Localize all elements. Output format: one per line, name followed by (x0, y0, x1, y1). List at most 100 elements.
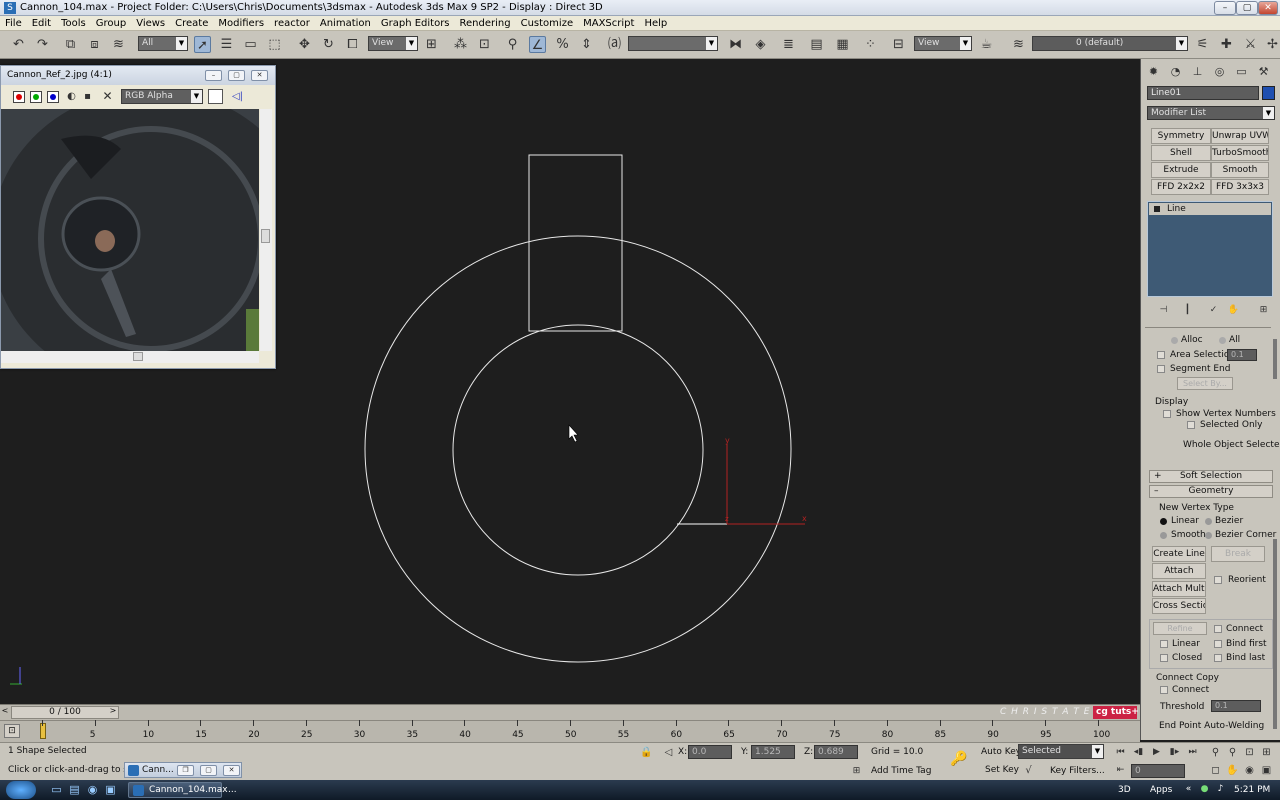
current-frame-marker[interactable] (40, 723, 46, 739)
linear-checkbox[interactable] (1160, 640, 1168, 648)
previous-frame-icon[interactable]: ◂▮ (1130, 744, 1147, 761)
quick-render-icon[interactable]: ☕ (978, 36, 995, 53)
redo-icon[interactable]: ↷ (34, 36, 51, 53)
field-of-view-icon[interactable]: ◻ (1207, 762, 1224, 779)
lock-icon[interactable]: 🔒 (638, 744, 655, 761)
attach-button[interactable]: Attach (1152, 563, 1206, 579)
unwrap-uvw-button[interactable]: Unwrap UVW (1211, 128, 1269, 144)
object-name-field[interactable]: Line01 (1147, 86, 1259, 100)
break-button[interactable]: Break (1211, 546, 1265, 562)
modifier-list-dropdown[interactable]: Modifier List ▼ (1147, 106, 1275, 120)
menu-maxscript[interactable]: MAXScript (583, 18, 634, 29)
create-tab-icon[interactable]: ✹ (1145, 64, 1162, 79)
red-channel-toggle[interactable] (13, 91, 25, 103)
y-coordinate-field[interactable]: 1.525 (751, 745, 795, 759)
time-tag-icon[interactable]: ⊞ (848, 763, 865, 780)
geometry-rollout[interactable]: – Geometry (1149, 485, 1273, 498)
time-slider-left-arrow[interactable]: < (0, 706, 10, 719)
smooth-button[interactable]: Smooth (1211, 162, 1269, 178)
compare-icon[interactable]: ◁| (229, 88, 246, 105)
menu-animation[interactable]: Animation (320, 18, 371, 29)
named-selection-dropdown[interactable]: ▼ (628, 36, 718, 51)
angle-snap-icon[interactable]: ∠ (529, 36, 546, 53)
media-icon[interactable]: ▣ (102, 781, 119, 798)
menu-help[interactable]: Help (644, 18, 667, 29)
clock[interactable]: 5:21 PM (1234, 785, 1270, 795)
modifier-stack[interactable]: Line (1147, 201, 1273, 297)
tray-arrow-icon[interactable]: « (1180, 781, 1197, 798)
undo-icon[interactable]: ↶ (10, 36, 27, 53)
symmetry-button[interactable]: Symmetry (1151, 128, 1211, 144)
keyboard-shortcut-override-icon[interactable]: ⊡ (476, 36, 493, 53)
time-slider[interactable]: < 0 / 100 > C H R I S T A T E cg tuts+ (0, 704, 1140, 720)
display-tab-icon[interactable]: ▭ (1233, 64, 1250, 79)
bind-first-checkbox[interactable] (1214, 640, 1222, 648)
taskbar-more[interactable]: ... (228, 785, 237, 795)
segment-end-checkbox[interactable] (1157, 365, 1165, 373)
menu-file[interactable]: File (5, 18, 22, 29)
menu-graph-editors[interactable]: Graph Editors (381, 18, 450, 29)
menu-customize[interactable]: Customize (521, 18, 574, 29)
ref-maximize-button[interactable]: ▢ (228, 70, 245, 81)
schematic-view-icon[interactable]: ▦ (834, 36, 851, 53)
add-selection-to-layer-icon[interactable]: ✚ (1218, 36, 1235, 53)
curve-editor-icon[interactable]: ▤ (808, 36, 825, 53)
soft-selection-rollout[interactable]: + Soft Selection (1149, 470, 1273, 483)
key-filters-button[interactable]: Key Filters... (1050, 766, 1105, 776)
minwin-maximize-button[interactable]: ▢ (200, 765, 217, 776)
ref-close-button[interactable]: ✕ (251, 70, 268, 81)
zoom-all-icon[interactable]: ⚲ (1224, 744, 1241, 761)
bezier-corner-radio[interactable] (1205, 532, 1212, 539)
start-button[interactable] (6, 781, 36, 799)
orbit-icon[interactable]: ◉ (1241, 762, 1258, 779)
maximize-viewport-icon[interactable]: ▣ (1258, 762, 1275, 779)
create-layer-icon[interactable]: ⚟ (1194, 36, 1211, 53)
alloc-radio[interactable] (1171, 337, 1178, 344)
key-mode-dropdown[interactable]: Selected ▼ (1018, 744, 1104, 759)
create-line-button[interactable]: Create Line (1152, 546, 1206, 562)
panel-scrollbar-thumb[interactable] (1273, 339, 1277, 379)
reorient-checkbox[interactable] (1214, 576, 1222, 584)
connect-checkbox[interactable] (1214, 625, 1222, 633)
select-object-icon[interactable]: ➚ (194, 36, 211, 53)
app-icon[interactable]: S (4, 2, 16, 14)
go-to-start-icon[interactable]: ⏮ (1112, 744, 1129, 761)
show-vertex-numbers-checkbox[interactable] (1163, 410, 1171, 418)
menu-views[interactable]: Views (136, 18, 165, 29)
turbosmooth-button[interactable]: TurboSmooth (1211, 145, 1269, 161)
edit-named-selection-icon[interactable]: ⒜ (606, 36, 623, 53)
window-crossing-icon[interactable]: ⬚ (266, 36, 283, 53)
mono-icon[interactable]: ▪ (79, 88, 96, 105)
track-bar-menu-icon[interactable]: ⊡ (4, 724, 20, 738)
ffd-2x2x2-button[interactable]: FFD 2x2x2 (1151, 179, 1211, 195)
channel-display-dropdown[interactable]: RGB Alpha ▼ (121, 89, 203, 104)
percent-snap-icon[interactable]: % (554, 36, 571, 53)
menu-reactor[interactable]: reactor (274, 18, 310, 29)
layer-properties-icon[interactable]: ✢ (1264, 36, 1280, 53)
refine-button[interactable]: Refine (1153, 622, 1207, 635)
ref-minimize-button[interactable]: – (205, 70, 222, 81)
pivot-center-icon[interactable]: ⊞ (423, 36, 440, 53)
area-selection-checkbox[interactable] (1157, 351, 1165, 359)
minwin-close-button[interactable]: ✕ (223, 765, 240, 776)
rectangular-selection-icon[interactable]: ▭ (242, 36, 259, 53)
next-frame-icon[interactable]: ▮▸ (1166, 744, 1183, 761)
shell-button[interactable]: Shell (1151, 145, 1211, 161)
select-objects-in-layer-icon[interactable]: ⚔ (1242, 36, 1259, 53)
go-to-end-icon[interactable]: ⏭ (1184, 744, 1201, 761)
menu-tools[interactable]: Tools (61, 18, 86, 29)
motion-tab-icon[interactable]: ◎ (1211, 64, 1228, 79)
key-mode-toggle-icon[interactable]: ⇤ (1112, 762, 1129, 779)
make-unique-icon[interactable]: ✓ (1205, 303, 1222, 318)
ref-horizontal-scrollbar[interactable] (1, 351, 259, 363)
ref-vertical-scrollbar[interactable] (260, 109, 272, 351)
scale-icon[interactable]: ⧠ (344, 36, 361, 53)
clear-icon[interactable]: ✕ (99, 88, 116, 105)
hierarchy-tab-icon[interactable]: ⊥ (1189, 64, 1206, 79)
play-icon[interactable]: ▶ (1148, 744, 1165, 761)
tray-app-icon[interactable]: ● (1196, 781, 1213, 798)
minimized-window[interactable]: Cann... ❐ ▢ ✕ (124, 762, 242, 778)
render-setup-icon[interactable]: ⊟ (890, 36, 907, 53)
pan-icon[interactable]: ✋ (1224, 762, 1241, 779)
show-desktop-icon[interactable]: ▭ (48, 781, 65, 798)
